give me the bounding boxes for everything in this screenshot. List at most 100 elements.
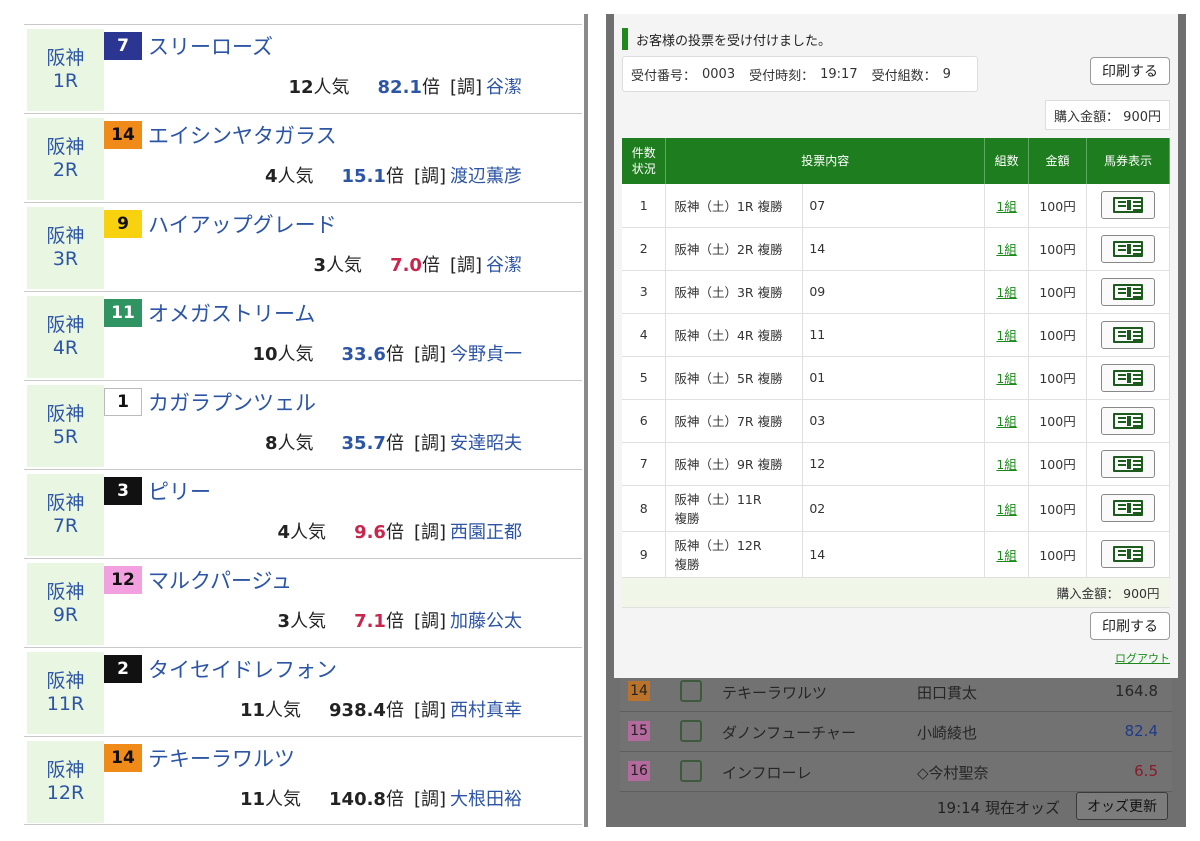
- horse-number-badge: 14: [104, 744, 142, 772]
- horse-name[interactable]: スリーローズ: [148, 31, 273, 61]
- race-row[interactable]: 阪神 11R 2 タイセイドレフォン 11人気 938.4倍 [調] 西村真幸: [24, 647, 582, 736]
- horse-number-badge: 12: [104, 566, 142, 594]
- vote-count-link[interactable]: 1組: [996, 328, 1016, 343]
- ticket-icon: [1113, 326, 1143, 343]
- odds-timestamp: 19:14 現在オッズ: [937, 799, 1060, 817]
- vote-count: 1組: [984, 184, 1030, 228]
- vote-index: 7: [622, 442, 667, 486]
- ticket-view-button[interactable]: [1101, 191, 1155, 220]
- horse-name[interactable]: マルクパージュ: [148, 565, 292, 595]
- vote-race-line1: 阪神（土）9R 複勝: [674, 457, 783, 472]
- ticket-view-button[interactable]: [1101, 234, 1155, 263]
- horse-name[interactable]: テキーラワルツ: [148, 743, 295, 773]
- trainer-name[interactable]: 今野貞一: [450, 340, 522, 366]
- vote-count-link[interactable]: 1組: [996, 548, 1016, 563]
- horse-name[interactable]: タイセイドレフォン: [148, 654, 337, 684]
- vote-count-link[interactable]: 1組: [996, 242, 1016, 257]
- trainer-name[interactable]: 西園正都: [450, 518, 522, 544]
- ticket-view-button[interactable]: [1101, 363, 1155, 392]
- ticket-view-button[interactable]: [1101, 277, 1155, 306]
- horse-name[interactable]: カガラプンツェル: [148, 387, 316, 417]
- ticket-cell: [1086, 356, 1170, 400]
- race-row[interactable]: 阪神 4R 11 オメガストリーム 10人気 33.6倍 [調] 今野貞一: [24, 291, 582, 380]
- select-checkbox[interactable]: [680, 680, 702, 702]
- print-button-top[interactable]: 印刷する: [1090, 57, 1170, 85]
- vote-race: 阪神（土）4R 複勝: [665, 313, 804, 357]
- print-button-bottom[interactable]: 印刷する: [1090, 612, 1170, 640]
- header-count: 組数: [984, 138, 1030, 184]
- vote-race: 阪神（土）1R 複勝: [665, 184, 804, 228]
- vote-row: 9 阪神（土）12R 複勝 14 1組 100円: [622, 531, 1170, 578]
- vote-row: 6 阪神（土）7R 複勝 03 1組 100円: [622, 399, 1170, 443]
- race-row[interactable]: 阪神 2R 14 エイシンヤタガラス 4人気 15.1倍 [調] 渡辺薫彦: [24, 113, 582, 202]
- ticket-cell: [1086, 270, 1170, 314]
- vote-count: 1組: [984, 313, 1030, 357]
- odds: 9.6倍: [354, 518, 404, 544]
- vote-selection: 03: [802, 399, 986, 443]
- trainer-name[interactable]: 加藤公太: [450, 607, 522, 633]
- race-row[interactable]: 阪神 3R 9 ハイアップグレード 3人気 7.0倍 [調] 谷潔: [24, 202, 582, 291]
- odds: 15.1倍: [342, 162, 404, 188]
- race-info: 4人気 9.6倍 [調] 西園正都: [278, 518, 522, 544]
- horse-name[interactable]: ハイアップグレード: [148, 209, 337, 239]
- vote-race-line1: 阪神（土）1R 複勝: [674, 198, 783, 214]
- vote-selection: 01: [802, 356, 986, 400]
- ticket-view-button[interactable]: [1101, 540, 1155, 568]
- odds: 35.7倍: [342, 429, 404, 455]
- odds-value: 6.5: [1134, 762, 1158, 780]
- vote-race: 阪神（土）3R 複勝: [665, 270, 804, 314]
- ticket-view-button[interactable]: [1101, 406, 1155, 435]
- trainer-name[interactable]: 安達昭夫: [450, 429, 522, 455]
- vote-amount: 100円: [1028, 184, 1088, 228]
- trainer-name[interactable]: 渡辺薫彦: [450, 162, 522, 188]
- trainer-name[interactable]: 谷潔: [486, 73, 522, 99]
- select-checkbox[interactable]: [680, 760, 702, 782]
- vote-count-link[interactable]: 1組: [996, 371, 1016, 386]
- vote-race: 阪神（土）2R 複勝: [665, 227, 804, 271]
- vote-count-link[interactable]: 1組: [996, 285, 1016, 300]
- vote-count: 1組: [984, 227, 1030, 271]
- vote-count-link[interactable]: 1組: [996, 199, 1016, 214]
- track-name: 阪神: [46, 225, 85, 247]
- trainer-name[interactable]: 大根田裕: [450, 785, 522, 811]
- vote-count-link[interactable]: 1組: [996, 502, 1016, 517]
- receipt-info: 受付番号： 0003 受付時刻： 19:17 受付組数： 9: [622, 56, 978, 92]
- race-label: 阪神 1R: [27, 29, 104, 111]
- odds-suffix: 倍: [421, 77, 440, 98]
- ticket-view-button[interactable]: [1101, 449, 1155, 478]
- vote-race-line1: 阪神（土）7R 複勝: [674, 414, 783, 429]
- vote-selection: 07: [802, 184, 986, 228]
- vote-count-link[interactable]: 1組: [996, 414, 1016, 429]
- race-label: 阪神 9R: [27, 563, 104, 645]
- trainer-tag: [調]: [413, 433, 446, 454]
- ticket-icon: [1113, 455, 1143, 472]
- vote-index: 8: [622, 485, 667, 532]
- trainer-name[interactable]: 西村真幸: [450, 696, 522, 722]
- ticket-view-button[interactable]: [1101, 494, 1155, 522]
- race-row[interactable]: 阪神 7R 3 ピリー 4人気 9.6倍 [調] 西園正都: [24, 469, 582, 558]
- race-row[interactable]: 阪神 12R 14 テキーラワルツ 11人気 140.8倍 [調] 大根田裕: [24, 736, 582, 825]
- horse-name[interactable]: オメガストリーム: [148, 298, 315, 328]
- ticket-view-button[interactable]: [1101, 320, 1155, 349]
- race-row[interactable]: 阪神 5R 1 カガラプンツェル 8人気 35.7倍 [調] 安達昭夫: [24, 380, 582, 469]
- race-row[interactable]: 阪神 9R 12 マルクパージュ 3人気 7.1倍 [調] 加藤公太: [24, 558, 582, 647]
- purchase-amount-top: 購入金額： 900円: [1045, 100, 1170, 130]
- vote-count-link[interactable]: 1組: [996, 457, 1016, 472]
- select-checkbox[interactable]: [680, 720, 702, 742]
- horse-name[interactable]: ピリー: [148, 476, 211, 506]
- race-row[interactable]: 阪神 1R 7 スリーローズ 12人気 82.1倍 [調] 谷潔: [24, 24, 582, 113]
- track-name: 阪神: [46, 759, 85, 781]
- popularity-rank: 10: [252, 344, 278, 365]
- trainer-name[interactable]: 谷潔: [486, 251, 522, 277]
- vote-index: 3: [622, 270, 667, 314]
- logout-link[interactable]: ログアウト: [1115, 650, 1170, 666]
- vote-amount: 100円: [1028, 531, 1088, 578]
- horse-name[interactable]: エイシンヤタガラス: [148, 120, 337, 150]
- purchase-amount-value: 900円: [1123, 109, 1161, 125]
- vote-amount: 100円: [1028, 227, 1088, 271]
- vote-count: 1組: [984, 270, 1030, 314]
- odds-update-button[interactable]: オッズ更新: [1076, 792, 1168, 820]
- vote-row: 4 阪神（土）4R 複勝 11 1組 100円: [622, 313, 1170, 357]
- ticket-icon: [1113, 197, 1143, 214]
- popularity-rank: 4: [277, 522, 291, 543]
